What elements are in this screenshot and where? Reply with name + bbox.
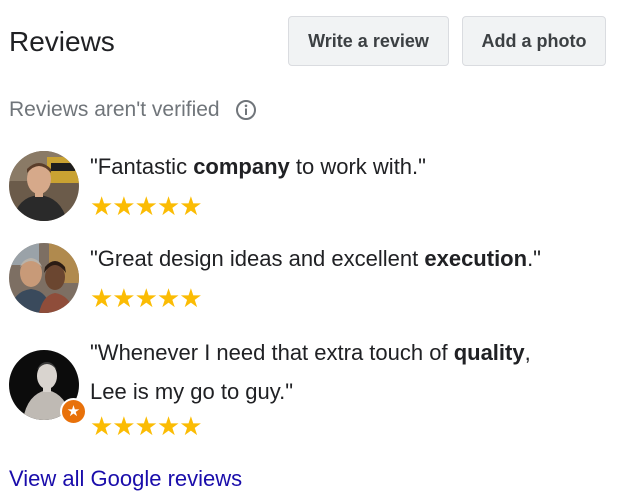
review-quote-text: "Fantastic (90, 154, 194, 179)
star-rating: ★★★★★ (90, 411, 203, 441)
local-guide-star-icon: ★ (60, 398, 87, 425)
view-all-reviews-link[interactable]: View all Google reviews (9, 466, 242, 492)
review-quote-keyword: company (193, 154, 290, 179)
info-icon[interactable] (235, 99, 257, 121)
review-quote-text: "Great design ideas and excellent (90, 246, 425, 271)
verification-notice-text: Reviews aren't verified (9, 98, 220, 121)
review-quote: "Whenever I need that extra touch of qua… (90, 333, 610, 411)
reviewer-avatar[interactable] (9, 243, 79, 313)
review-quote-keyword: execution (424, 246, 528, 271)
star-rating: ★★★★★ (90, 191, 203, 221)
write-review-button[interactable]: Write a review (288, 16, 449, 66)
review-quote-text: , (524, 340, 531, 365)
reviewer-avatar[interactable] (9, 151, 79, 221)
review-quote-text: to work with." (289, 154, 426, 179)
review-quote: "Great design ideas and excellent execut… (90, 239, 610, 278)
verification-notice: Reviews aren't verified (9, 98, 257, 122)
review-quote-text: ." (527, 246, 541, 271)
star-rating: ★★★★★ (90, 283, 203, 313)
add-photo-button[interactable]: Add a photo (462, 16, 606, 66)
review-quote-text: "Whenever I need that extra touch of (90, 340, 454, 365)
review-quote: "Fantastic company to work with." (90, 147, 610, 186)
review-quote-keyword: quality (453, 340, 525, 365)
page-title: Reviews (9, 26, 115, 57)
review-quote-text: Lee is my go to guy." (90, 379, 294, 404)
